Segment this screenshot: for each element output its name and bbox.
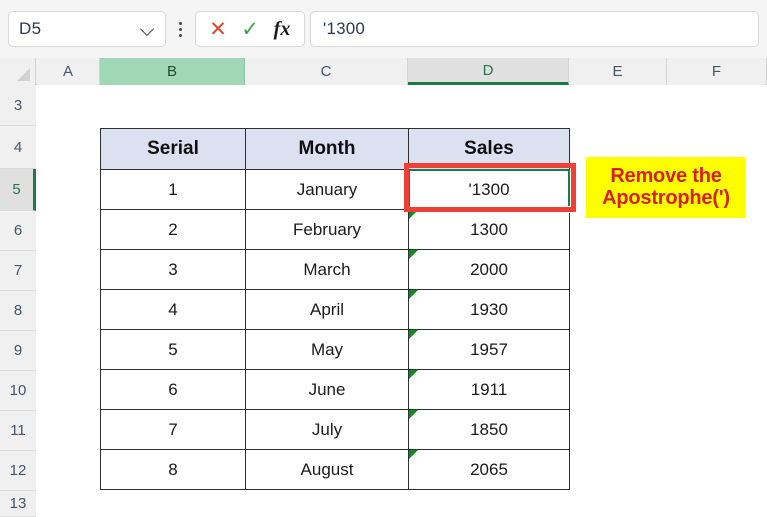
insert-function-icon[interactable]: fx [266, 14, 298, 44]
number-stored-as-text-icon [409, 290, 418, 299]
cell-month[interactable]: February [245, 209, 409, 250]
excel-worksheet-window: D5 ✕ ✓ fx '1300 ABCDEF 3 4 5 6 7 8 9 10 11 12 13 [0, 0, 767, 517]
number-stored-as-text-icon [409, 250, 418, 259]
select-all-triangle-icon [17, 68, 30, 81]
kebab-dot [178, 21, 182, 25]
row-header-12[interactable]: 12 [0, 451, 36, 491]
confirm-icon[interactable]: ✓ [234, 14, 266, 44]
row-header-3[interactable]: 3 [0, 85, 36, 126]
column-header-bar: ABCDEF [0, 58, 767, 85]
column-header-e[interactable]: E [569, 58, 667, 85]
cancel-icon[interactable]: ✕ [202, 14, 234, 44]
row-header-13[interactable]: 13 [0, 491, 36, 517]
more-options-icon[interactable] [169, 11, 191, 47]
cell-sales[interactable]: 2000 [408, 249, 570, 290]
cell-sales[interactable]: 1850 [408, 409, 570, 450]
formula-action-buttons: ✕ ✓ fx [195, 11, 305, 47]
annotation-callout: Remove the Apostrophe(') [586, 157, 746, 218]
table-row: 5 May 1957 [100, 329, 570, 370]
cell-serial[interactable]: 7 [100, 409, 246, 450]
cell-sales[interactable]: 1957 [408, 329, 570, 370]
formula-bar: D5 ✕ ✓ fx '1300 [0, 0, 767, 58]
cell-serial[interactable]: 6 [100, 369, 246, 410]
cell-sales[interactable]: 1930 [408, 289, 570, 330]
name-box-value: D5 [19, 19, 42, 38]
cell-serial[interactable]: 1 [100, 169, 246, 210]
cell-sales[interactable]: '1300 [408, 169, 570, 210]
cell-sales[interactable]: 1911 [408, 369, 570, 410]
cell-serial[interactable]: 3 [100, 249, 246, 290]
row-header-11[interactable]: 11 [0, 411, 36, 451]
column-header-month: Month [245, 128, 409, 170]
callout-line-1: Remove the [610, 164, 722, 187]
chevron-down-icon[interactable] [141, 22, 155, 36]
column-header-d[interactable]: D [408, 58, 569, 85]
select-all-button[interactable] [0, 58, 36, 85]
cell-month[interactable]: May [245, 329, 409, 370]
number-stored-as-text-icon [409, 370, 418, 379]
row-header-9[interactable]: 9 [0, 331, 36, 371]
number-stored-as-text-icon [409, 450, 418, 459]
row-header-8[interactable]: 8 [0, 291, 36, 331]
row-header-bar: 3 4 5 6 7 8 9 10 11 12 13 [0, 85, 36, 517]
cell-month[interactable]: January [245, 169, 409, 210]
cell-month[interactable]: June [245, 369, 409, 410]
worksheet-canvas[interactable]: Serial Month Sales 1 January '1300 2 Februar… [37, 85, 767, 517]
column-header-f[interactable]: F [667, 58, 767, 85]
cell-sales[interactable]: 2065 [408, 449, 570, 490]
table-row: 7 July 1850 [100, 409, 570, 450]
callout-line-2: Apostrophe(') [602, 186, 730, 209]
table-row: 6 June 1911 [100, 369, 570, 410]
cell-serial[interactable]: 2 [100, 209, 246, 250]
cell-month[interactable]: March [245, 249, 409, 290]
name-box[interactable]: D5 [8, 11, 166, 47]
sales-data-table: Serial Month Sales 1 January '1300 2 Februar… [100, 128, 570, 490]
row-header-6[interactable]: 6 [0, 211, 36, 251]
formula-input[interactable]: '1300 [310, 11, 759, 47]
table-row: 1 January '1300 [100, 169, 570, 210]
column-header-sales: Sales [408, 128, 570, 170]
cell-serial[interactable]: 5 [100, 329, 246, 370]
kebab-dot [178, 33, 182, 37]
number-stored-as-text-icon [409, 330, 418, 339]
cell-sales[interactable]: 1300 [408, 209, 570, 250]
kebab-dot [178, 27, 182, 31]
table-header-row: Serial Month Sales [100, 128, 570, 170]
table-row: 8 August 2065 [100, 449, 570, 490]
row-header-4[interactable]: 4 [0, 126, 36, 169]
column-header-b[interactable]: B [100, 58, 245, 85]
table-row: 3 March 2000 [100, 249, 570, 290]
row-header-5[interactable]: 5 [0, 169, 36, 211]
number-stored-as-text-icon [409, 410, 418, 419]
cell-month[interactable]: July [245, 409, 409, 450]
cell-serial[interactable]: 4 [100, 289, 246, 330]
number-stored-as-text-icon [409, 210, 418, 219]
cell-month[interactable]: August [245, 449, 409, 490]
table-row: 4 April 1930 [100, 289, 570, 330]
column-header-c[interactable]: C [245, 58, 408, 85]
table-row: 2 February 1300 [100, 209, 570, 250]
column-header-serial: Serial [100, 128, 246, 170]
column-header-a[interactable]: A [37, 58, 100, 85]
row-header-10[interactable]: 10 [0, 371, 36, 411]
cell-serial[interactable]: 8 [100, 449, 246, 490]
row-header-7[interactable]: 7 [0, 251, 36, 291]
cell-month[interactable]: April [245, 289, 409, 330]
